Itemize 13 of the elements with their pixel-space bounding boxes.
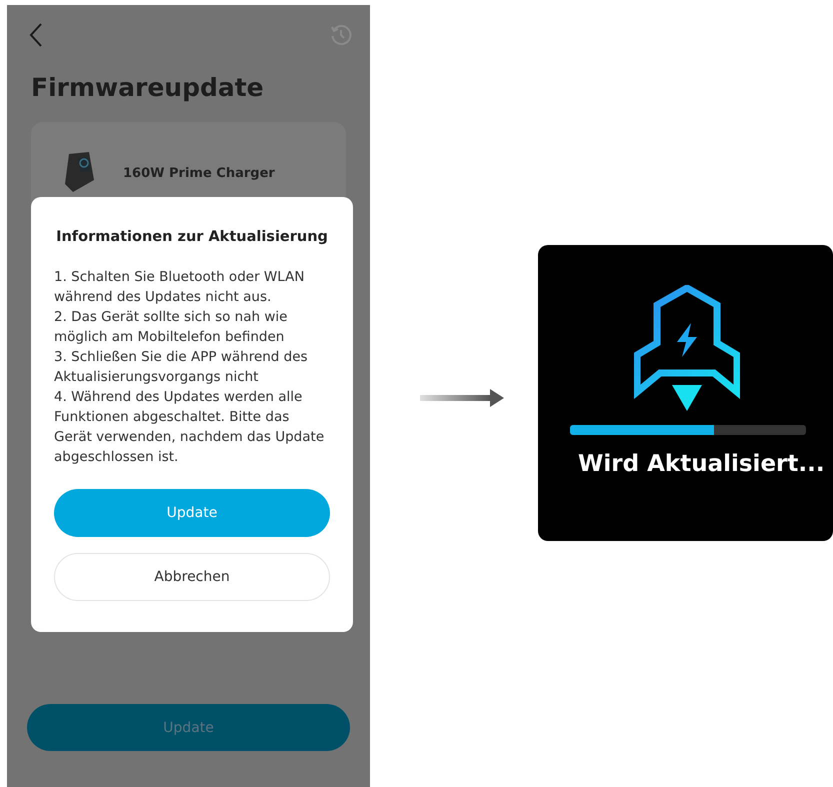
rocket-update-icon bbox=[634, 285, 740, 413]
cancel-button[interactable]: Abbrechen bbox=[54, 553, 330, 601]
update-button[interactable]: Update bbox=[54, 489, 330, 537]
device-name: 160W Prime Charger bbox=[123, 166, 275, 181]
dialog-title: Informationen zur Aktualisierung bbox=[55, 229, 329, 245]
instruction-text: 4. Während des Updates werden alle Funktionen abgeschaltet. Bitte das Gerät verwenden, nachdem das Update abgeschlossen ist. bbox=[54, 388, 326, 467]
status-text: Wird Aktualisiert... bbox=[578, 451, 825, 477]
instruction-text: 2. Das Gerät sollte sich so nah wie möglich am Mobiltelefon befinden bbox=[54, 308, 288, 347]
back-icon[interactable] bbox=[29, 23, 43, 47]
arrow-icon bbox=[420, 389, 504, 407]
instruction-text: 1. Schalten Sie Bluetooth oder WLAN während des Updates nicht aus. bbox=[54, 268, 306, 307]
instruction-text: 3. Schließen Sie die APP während des Aktualisierungsvorgangs nicht bbox=[54, 348, 309, 387]
page-title: Firmwareupdate bbox=[31, 73, 265, 102]
